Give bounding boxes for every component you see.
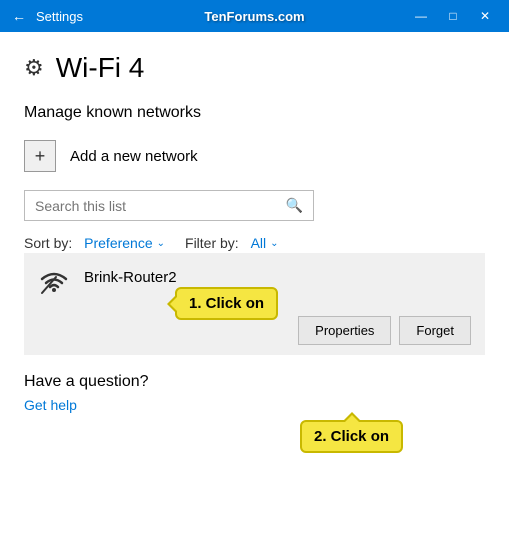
close-button[interactable]: ✕ (473, 4, 497, 28)
add-network-button[interactable]: + (24, 140, 56, 172)
add-network-label: Add a new network (70, 148, 198, 165)
sort-chevron-icon: ⌄ (157, 238, 165, 249)
sort-value[interactable]: Preference (84, 235, 152, 251)
maximize-button[interactable]: □ (441, 4, 465, 28)
sort-filter-row: Sort by: Preference ⌄ Filter by: All ⌄ (24, 235, 485, 251)
filter-chevron-icon: ⌄ (270, 238, 278, 249)
filter-value[interactable]: All (251, 235, 267, 251)
sort-by-item[interactable]: Sort by: Preference ⌄ (24, 235, 165, 251)
page-title-row: ⚙ Wi-Fi 4 (24, 52, 485, 84)
question-heading: Have a question? (24, 373, 485, 391)
back-button[interactable]: ← (12, 8, 26, 24)
forget-button[interactable]: Forget (399, 316, 471, 345)
network-name: Brink-Router2 (84, 265, 177, 286)
sort-label: Sort by: (24, 235, 72, 251)
page-title: Wi-Fi 4 (56, 52, 145, 84)
properties-button[interactable]: Properties (298, 316, 391, 345)
search-icon: 🔍 (286, 197, 303, 214)
callout-2: 2. Click on (300, 420, 403, 453)
filter-by-item[interactable]: Filter by: All ⌄ (185, 235, 279, 251)
window-controls: — □ ✕ (409, 4, 497, 28)
titlebar-title: Settings (36, 9, 83, 24)
section-heading: Manage known networks (24, 104, 485, 122)
gear-icon: ⚙ (24, 55, 44, 81)
callout-1: 1. Click on (175, 287, 278, 320)
watermark: TenForums.com (204, 9, 304, 24)
search-box: 🔍 (24, 190, 314, 221)
search-input[interactable] (35, 198, 286, 214)
network-actions: Properties Forget (24, 316, 485, 355)
question-section: Have a question? Get help (24, 373, 485, 415)
minimize-button[interactable]: — (409, 4, 433, 28)
wifi-icon (38, 267, 70, 304)
filter-label: Filter by: (185, 235, 239, 251)
add-network-row[interactable]: + Add a new network (24, 140, 485, 172)
get-help-link[interactable]: Get help (24, 397, 77, 413)
titlebar: ← Settings TenForums.com — □ ✕ (0, 0, 509, 32)
